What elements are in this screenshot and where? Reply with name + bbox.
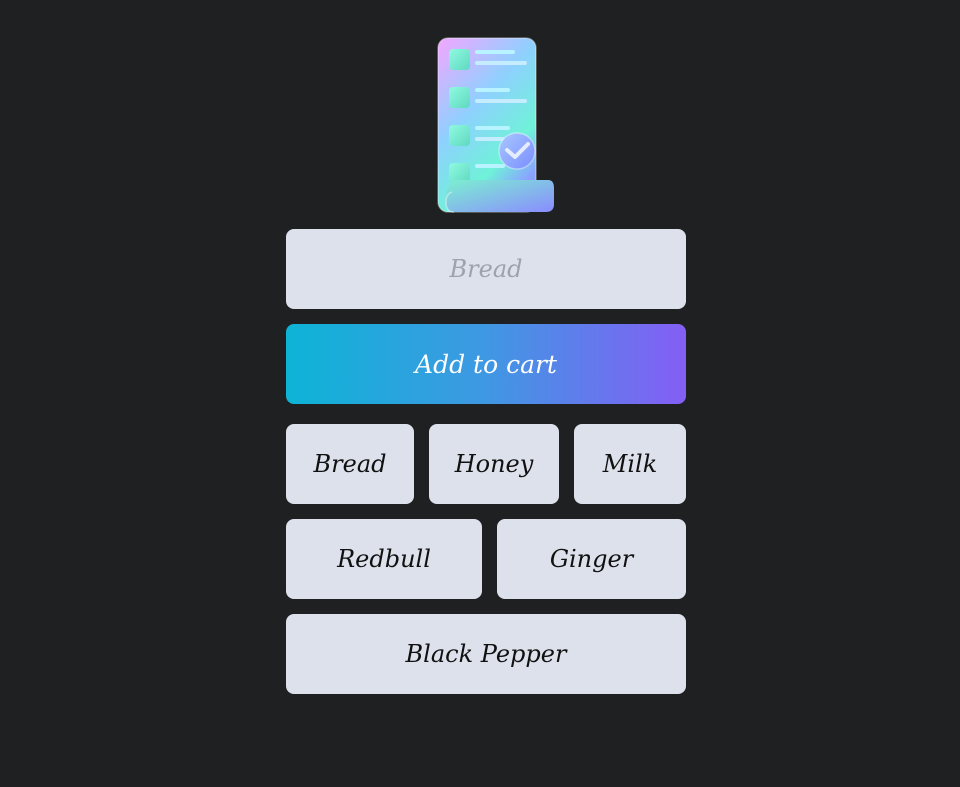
item-chip-milk[interactable]: Milk <box>574 424 686 504</box>
checklist-receipt-icon <box>430 34 560 216</box>
item-input[interactable] <box>286 229 686 309</box>
item-chip-honey[interactable]: Honey <box>429 424 559 504</box>
item-chip-redbull[interactable]: Redbull <box>286 519 482 599</box>
item-chip-bread[interactable]: Bread <box>286 424 414 504</box>
item-chip-black-pepper[interactable]: Black Pepper <box>286 614 686 694</box>
item-chip-ginger[interactable]: Ginger <box>497 519 686 599</box>
add-to-cart-button[interactable]: Add to cart <box>286 324 686 404</box>
